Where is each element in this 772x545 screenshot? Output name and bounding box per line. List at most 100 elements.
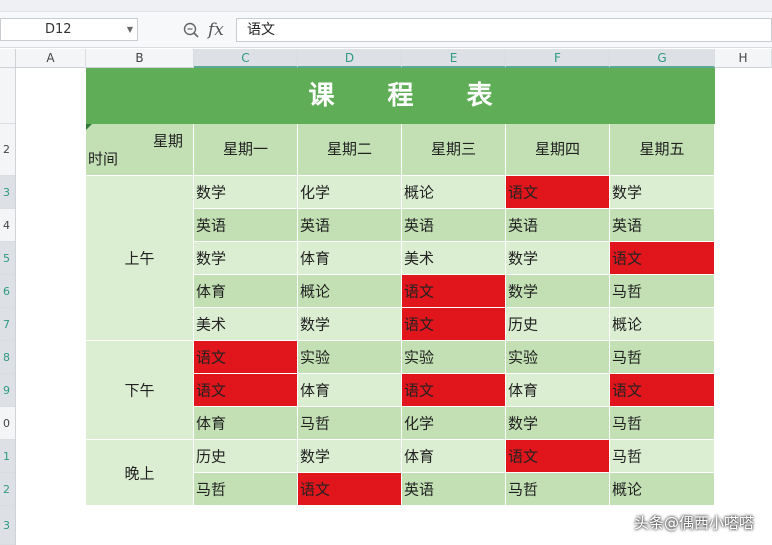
day-header[interactable]: 星期三 [402,124,506,176]
subject-text: 体育 [300,249,331,268]
schedule-cell[interactable]: 概论 [610,473,715,506]
schedule-cell[interactable]: 英语 [506,209,610,242]
schedule-cell[interactable]: 历史 [194,440,298,473]
schedule-cell[interactable]: 数学 [298,308,402,341]
schedule-cell[interactable]: 实验 [298,341,402,374]
column-header-f[interactable]: F [506,49,610,68]
schedule-cell[interactable]: 语文 [610,374,715,407]
row-header[interactable]: 8 [0,341,15,374]
period-cell[interactable]: 上午 [86,176,194,341]
schedule-cell[interactable]: 体育 [298,242,402,275]
schedule-cell[interactable]: 实验 [402,341,506,374]
schedule-cell[interactable]: 语文 [194,374,298,407]
column-header-e[interactable]: E [402,49,506,68]
schedule-cell[interactable]: 英语 [610,209,715,242]
day-header[interactable]: 星期四 [506,124,610,176]
period-cell[interactable]: 晚上 [86,440,194,506]
schedule-cell[interactable]: 马哲 [610,440,715,473]
day-header[interactable]: 星期一 [194,124,298,176]
schedule-cell[interactable]: 马哲 [506,473,610,506]
column-header-a[interactable]: A [16,49,86,68]
name-box[interactable]: D12 ▼ [0,18,138,41]
row-header[interactable]: 5 [0,242,15,275]
row-header-number: 5 [3,252,10,265]
schedule-cell[interactable]: 实验 [506,341,610,374]
column-header-d[interactable]: D [298,49,402,68]
schedule-cell[interactable]: 英语 [194,209,298,242]
table-title[interactable]: 课 程 表 [86,68,715,124]
schedule-cell[interactable]: 语文 [402,275,506,308]
schedule-cell[interactable]: 体育 [194,407,298,440]
subject-text: 马哲 [196,480,227,499]
row-header-number: 8 [3,351,10,364]
schedule-cell[interactable]: 历史 [506,308,610,341]
row-header[interactable] [0,68,15,124]
row-header[interactable]: 3 [0,176,15,209]
row-header[interactable]: 9 [0,374,15,407]
day-header[interactable]: 星期五 [610,124,715,176]
fx-icon[interactable]: fx [208,18,224,42]
schedule-cell[interactable]: 美术 [194,308,298,341]
schedule-cell[interactable]: 体育 [194,275,298,308]
schedule-cell[interactable]: 概论 [402,176,506,209]
schedule-cell[interactable]: 语文 [402,374,506,407]
subject-text: 语文 [404,282,435,301]
schedule-cell[interactable]: 英语 [402,473,506,506]
row-header-number: 3 [3,519,10,532]
column-header-g[interactable]: G [610,49,715,68]
schedule-cell[interactable]: 数学 [194,176,298,209]
schedule-cell[interactable]: 语文 [194,341,298,374]
row-header-number: 3 [3,186,10,199]
schedule-cell[interactable]: 马哲 [194,473,298,506]
schedule-cell[interactable]: 语文 [506,440,610,473]
row-header-number: 1 [3,450,10,463]
column-header-b[interactable]: B [86,49,194,68]
period-cell[interactable]: 下午 [86,341,194,440]
column-header-h[interactable]: H [715,49,772,68]
row-header-number: 2 [3,483,10,496]
schedule-cell[interactable]: 数学 [506,275,610,308]
schedule-cell[interactable]: 语文 [298,473,402,506]
schedule-cell[interactable]: 马哲 [610,341,715,374]
row-header[interactable]: 2 [0,124,15,176]
row-header[interactable]: 1 [0,440,15,473]
row-header-number: 6 [3,285,10,298]
schedule-cell[interactable]: 马哲 [298,407,402,440]
row-header[interactable]: 3 [0,506,15,545]
day-header[interactable]: 星期二 [298,124,402,176]
schedule-cell[interactable]: 体育 [506,374,610,407]
schedule-cell[interactable]: 数学 [610,176,715,209]
schedule-cell[interactable]: 化学 [298,176,402,209]
schedule-cell[interactable]: 英语 [402,209,506,242]
subject-text: 英语 [612,216,643,235]
schedule-cell[interactable]: 语文 [402,308,506,341]
schedule-cell[interactable]: 马哲 [610,275,715,308]
magnifier-icon[interactable] [182,21,200,39]
formula-input[interactable]: 语文 [236,18,772,42]
select-all-corner[interactable] [0,49,16,68]
corner-header-cell[interactable]: 星期 时间 [86,124,194,176]
schedule-cell[interactable]: 美术 [402,242,506,275]
subject-text: 语文 [508,447,539,466]
row-header[interactable]: 0 [0,407,15,440]
schedule-cell[interactable]: 体育 [402,440,506,473]
schedule-cell[interactable]: 概论 [610,308,715,341]
row-header[interactable]: 7 [0,308,15,341]
schedule-cell[interactable]: 语文 [610,242,715,275]
row-header[interactable]: 2 [0,473,15,506]
schedule-cell[interactable]: 英语 [298,209,402,242]
schedule-cell[interactable]: 体育 [298,374,402,407]
row-header[interactable]: 4 [0,209,15,242]
schedule-cell[interactable]: 概论 [298,275,402,308]
schedule-cell[interactable]: 化学 [402,407,506,440]
schedule-cell[interactable]: 数学 [298,440,402,473]
row-header[interactable]: 6 [0,275,15,308]
schedule-cell[interactable]: 数学 [506,242,610,275]
column-headers: ABCDEFGH [0,49,772,68]
schedule-cell[interactable]: 马哲 [610,407,715,440]
schedule-cell[interactable]: 数学 [194,242,298,275]
schedule-cell[interactable]: 数学 [506,407,610,440]
schedule-cell[interactable]: 语文 [506,176,610,209]
chevron-down-icon[interactable]: ▼ [127,19,133,40]
column-header-c[interactable]: C [194,49,298,68]
